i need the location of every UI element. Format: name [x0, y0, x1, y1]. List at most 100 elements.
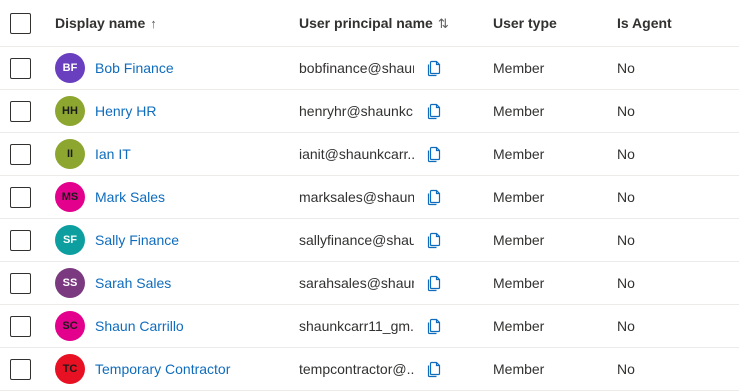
display-name-cell: SF Sally Finance: [55, 219, 285, 261]
row-select-cell: [10, 305, 40, 347]
user-type-cell: Member: [493, 305, 603, 347]
table-row[interactable]: SC Shaun Carrillo shaunkcarr11_gm... Mem…: [0, 305, 739, 348]
row-checkbox[interactable]: [10, 272, 31, 294]
table-row[interactable]: SS Sarah Sales sarahsales@shaun... Membe…: [0, 262, 739, 305]
copy-icon[interactable]: [427, 188, 443, 206]
avatar-initials: SC: [62, 320, 78, 332]
row-checkbox[interactable]: [10, 358, 31, 380]
user-name-link[interactable]: Henry HR: [95, 103, 156, 119]
display-name-cell: SC Shaun Carrillo: [55, 305, 285, 347]
copy-icon[interactable]: [427, 59, 443, 77]
is-agent-cell: No: [617, 262, 727, 304]
upn-text: sallyfinance@shau...: [299, 232, 414, 248]
user-type-cell: Member: [493, 219, 603, 261]
copy-icon[interactable]: [427, 102, 443, 120]
avatar: BF: [55, 53, 85, 83]
is-agent-cell: No: [617, 219, 727, 261]
upn-text: henryhr@shaunkc...: [299, 103, 414, 119]
upn-text: marksales@shaun...: [299, 189, 414, 205]
column-header-display-name[interactable]: Display name ↑: [55, 0, 285, 46]
is-agent-value: No: [617, 361, 635, 377]
table-row[interactable]: HH Henry HR henryhr@shaunkc... Member No: [0, 90, 739, 133]
user-name-link[interactable]: Bob Finance: [95, 60, 174, 76]
user-name-link[interactable]: Ian IT: [95, 146, 131, 162]
row-checkbox[interactable]: [10, 57, 31, 79]
is-agent-value: No: [617, 232, 635, 248]
row-checkbox[interactable]: [10, 315, 31, 337]
is-agent-cell: No: [617, 90, 727, 132]
user-type-cell: Member: [493, 348, 603, 390]
is-agent-value: No: [617, 60, 635, 76]
row-select-cell: [10, 262, 40, 304]
users-grid: Display name ↑ User principal name ⇅ Use…: [0, 0, 739, 391]
is-agent-value: No: [617, 275, 635, 291]
upn-cell: sarahsales@shaun...: [299, 262, 479, 304]
user-type-value: Member: [493, 189, 545, 205]
is-agent-cell: No: [617, 133, 727, 175]
is-agent-cell: No: [617, 47, 727, 89]
copy-icon[interactable]: [427, 360, 443, 378]
avatar-initials: BF: [62, 62, 78, 74]
user-name-link[interactable]: Shaun Carrillo: [95, 318, 184, 334]
row-checkbox[interactable]: [10, 100, 31, 122]
column-header-user-type[interactable]: User type: [493, 0, 603, 46]
row-checkbox[interactable]: [10, 229, 31, 251]
row-select-cell: [10, 348, 40, 390]
avatar-initials: SF: [62, 234, 78, 246]
display-name-cell: SS Sarah Sales: [55, 262, 285, 304]
avatar-initials: TC: [62, 363, 78, 375]
table-row[interactable]: MS Mark Sales marksales@shaun... Member …: [0, 176, 739, 219]
user-type-cell: Member: [493, 47, 603, 89]
display-name-header-label: Display name: [55, 15, 146, 31]
copy-icon[interactable]: [427, 274, 443, 292]
row-select-cell: [10, 90, 40, 132]
sort-ascending-icon[interactable]: ↑: [150, 17, 157, 30]
user-name-link[interactable]: Sally Finance: [95, 232, 179, 248]
copy-icon[interactable]: [427, 231, 443, 249]
avatar: MS: [55, 182, 85, 212]
user-name-link[interactable]: Mark Sales: [95, 189, 165, 205]
upn-cell: marksales@shaun...: [299, 176, 479, 218]
table-row[interactable]: II Ian IT ianit@shaunkcarr... Member No: [0, 133, 739, 176]
copy-icon[interactable]: [427, 317, 443, 335]
avatar: II: [55, 139, 85, 169]
upn-cell: sallyfinance@shau...: [299, 219, 479, 261]
copy-icon[interactable]: [427, 145, 443, 163]
column-header-upn[interactable]: User principal name ⇅: [299, 0, 479, 46]
user-name-link[interactable]: Temporary Contractor: [95, 361, 230, 377]
is-agent-cell: No: [617, 176, 727, 218]
row-checkbox[interactable]: [10, 186, 31, 208]
avatar: TC: [55, 354, 85, 384]
user-name-link[interactable]: Sarah Sales: [95, 275, 171, 291]
table-row[interactable]: BF Bob Finance bobfinance@shaun... Membe…: [0, 47, 739, 90]
grid-header-row: Display name ↑ User principal name ⇅ Use…: [0, 0, 739, 47]
upn-cell: shaunkcarr11_gm...: [299, 305, 479, 347]
upn-text: shaunkcarr11_gm...: [299, 318, 414, 334]
user-type-value: Member: [493, 361, 545, 377]
is-agent-cell: No: [617, 305, 727, 347]
column-header-is-agent[interactable]: Is Agent: [617, 0, 727, 46]
select-all-checkbox[interactable]: [10, 12, 31, 34]
table-row[interactable]: SF Sally Finance sallyfinance@shau... Me…: [0, 219, 739, 262]
user-type-value: Member: [493, 103, 545, 119]
user-type-cell: Member: [493, 262, 603, 304]
user-type-value: Member: [493, 60, 545, 76]
user-type-value: Member: [493, 232, 545, 248]
select-all-cell: [10, 0, 40, 46]
row-select-cell: [10, 133, 40, 175]
avatar-initials: II: [66, 148, 74, 160]
table-row[interactable]: TC Temporary Contractor tempcontractor@.…: [0, 348, 739, 391]
avatar-initials: SS: [62, 277, 78, 289]
display-name-cell: BF Bob Finance: [55, 47, 285, 89]
upn-text: bobfinance@shaun...: [299, 60, 414, 76]
is-agent-value: No: [617, 146, 635, 162]
user-type-cell: Member: [493, 90, 603, 132]
sort-toggle-icon[interactable]: ⇅: [438, 17, 449, 30]
avatar-initials: MS: [61, 191, 79, 203]
upn-cell: bobfinance@shaun...: [299, 47, 479, 89]
upn-text: sarahsales@shaun...: [299, 275, 414, 291]
is-agent-cell: No: [617, 348, 727, 390]
display-name-cell: II Ian IT: [55, 133, 285, 175]
row-checkbox[interactable]: [10, 143, 31, 165]
user-type-header-label: User type: [493, 15, 557, 31]
